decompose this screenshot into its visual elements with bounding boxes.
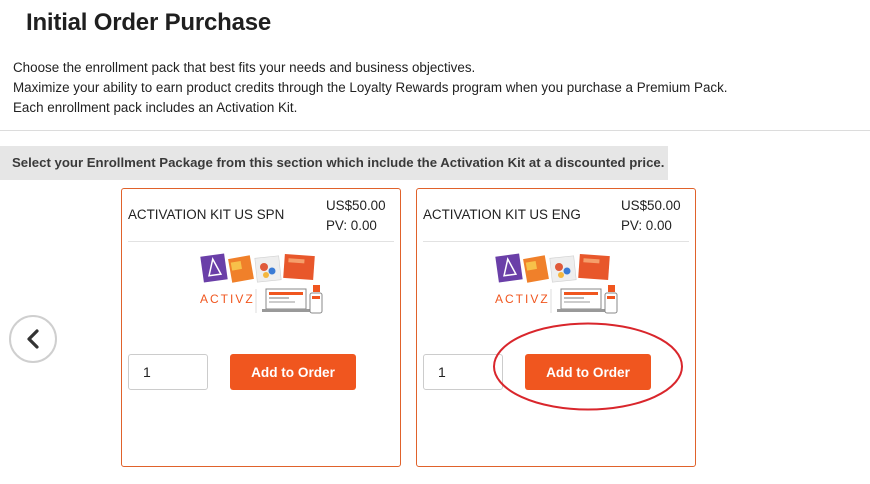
section-divider [0,130,870,131]
card-divider [423,241,689,242]
intro-line: Maximize your ability to earn product cr… [13,80,728,95]
product-pv: PV: 0.00 [326,218,377,233]
product-name: ACTIVATION KIT US SPN [128,207,285,222]
product-pv: PV: 0.00 [621,218,672,233]
product-card: ACTIVATION KIT US SPN US$50.00 PV: 0.00 … [121,188,401,467]
product-pricing: US$50.00 PV: 0.00 [621,196,681,236]
laptop-icon [557,288,605,312]
quantity-input[interactable] [128,354,208,390]
carousel-prev-button[interactable] [9,315,57,363]
intro-line: Each enrollment pack includes an Activat… [13,100,298,115]
brand-logo: ACTIVZ [495,292,550,306]
product-card: ACTIVATION KIT US ENG US$50.00 PV: 0.00 … [416,188,696,467]
laptop-icon [262,288,310,312]
kit-brochures [200,253,315,283]
add-to-order-button[interactable]: Add to Order [230,354,356,390]
product-price: US$50.00 [621,198,681,213]
add-to-order-button[interactable]: Add to Order [525,354,651,390]
chevron-left-icon [27,329,39,349]
card-divider [128,241,394,242]
product-image: ACTIVZ [495,253,618,314]
product-price: US$50.00 [326,198,386,213]
phone-icon [309,285,323,314]
product-pricing: US$50.00 PV: 0.00 [326,196,386,236]
intro-line: Choose the enrollment pack that best fit… [13,60,476,75]
product-name: ACTIVATION KIT US ENG [423,207,581,222]
intro-text: Choose the enrollment pack that best fit… [13,58,728,118]
phone-icon [604,285,618,314]
product-image: ACTIVZ [200,253,323,314]
brand-logo: ACTIVZ [200,292,255,306]
section-banner: Select your Enrollment Package from this… [0,146,668,180]
quantity-input[interactable] [423,354,503,390]
page-title: Initial Order Purchase [26,9,272,36]
kit-brochures [495,253,610,283]
